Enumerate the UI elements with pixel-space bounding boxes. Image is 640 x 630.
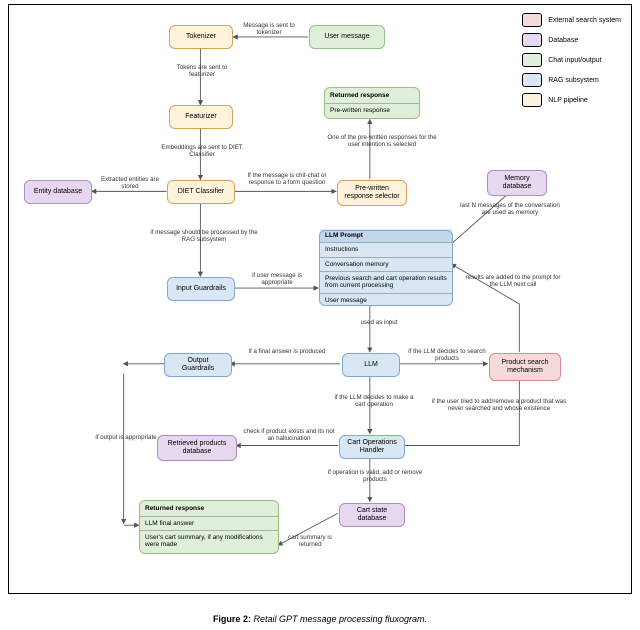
node-title: LLM Prompt — [320, 229, 452, 242]
node-diet-classifier: DIET Classifier — [167, 180, 235, 204]
edge-label: Message is sent to tokenizer — [239, 23, 299, 37]
node-llm-prompt: LLM Prompt Instructions Conversation mem… — [319, 230, 453, 306]
node-title: Returned response — [325, 89, 419, 102]
node-entity-database: Entity database — [24, 180, 92, 204]
node-retrieved-db: Retrieved products database — [157, 435, 237, 461]
node-returned-prewritten: Returned response Pre-written response — [324, 87, 420, 119]
node-tokenizer: Tokenizer — [169, 25, 233, 49]
legend-label: External search system — [548, 17, 621, 24]
node-label: LLM — [364, 361, 378, 369]
node-label: User message — [324, 33, 369, 41]
edge-label: if the LLM decides to search products — [407, 349, 487, 363]
node-label: Cart state database — [346, 507, 398, 523]
legend-swatch — [522, 73, 542, 87]
legend-label: NLP pipeline — [548, 97, 588, 104]
node-output-guardrails: Output Guardrails — [164, 353, 232, 377]
node-label: Entity database — [34, 188, 82, 196]
node-label: Product search mechanism — [496, 359, 554, 375]
node-label: Pre-written response selector — [344, 185, 400, 201]
legend-item: RAG subsystem — [522, 73, 621, 87]
edge-label: if the user tried to add/remove a produc… — [429, 399, 569, 413]
node-row: Instructions — [320, 242, 452, 256]
node-cart-ops-handler: Cart Operations Handler — [339, 435, 405, 459]
edge-label: Tokens are sent to featurizer — [169, 65, 235, 79]
node-label: DIET Classifier — [178, 188, 225, 196]
edge-label: One of the pre-written responses for the… — [327, 135, 437, 149]
node-row: Conversation memory — [320, 257, 452, 271]
caption-text: Retail GPT message processing fluxogram. — [253, 614, 427, 624]
node-sublabel: Pre-written response — [325, 103, 419, 117]
node-cart-state-db: Cart state database — [339, 503, 405, 527]
edge-label: if a final answer is produced — [241, 349, 333, 356]
legend-swatch — [522, 53, 542, 67]
legend-label: Chat input/output — [548, 57, 601, 64]
node-title: Returned response — [140, 502, 278, 515]
legend-swatch — [522, 93, 542, 107]
caption-label: Figure 2: — [213, 614, 251, 624]
legend-label: Database — [548, 37, 578, 44]
edge-label: check if product exists and its not an h… — [241, 429, 337, 443]
node-user-message: User message — [309, 25, 385, 49]
node-featurizer: Featurizer — [169, 105, 233, 129]
node-label: Retrieved products database — [164, 440, 230, 456]
legend-swatch — [522, 13, 542, 27]
edge-label: if output is appropriate — [91, 435, 161, 442]
legend-swatch — [522, 33, 542, 47]
node-label: Cart Operations Handler — [346, 439, 398, 455]
legend-item: Database — [522, 33, 621, 47]
edge-label: if the LLM decides to make a cart operat… — [329, 395, 419, 409]
node-label: Memory database — [494, 175, 540, 191]
edge-label: last N messages of the conversation are … — [455, 203, 565, 217]
node-returned-final: Returned response LLM final answer User'… — [139, 500, 279, 554]
edge-label: if message should be processed by the RA… — [149, 230, 259, 244]
edge-label: if user message is appropriate — [241, 273, 313, 287]
edge-label: cart summary is returned — [285, 535, 335, 549]
node-memory-database: Memory database — [487, 170, 547, 196]
node-llm: LLM — [342, 353, 400, 377]
node-row: LLM final answer — [140, 516, 278, 530]
node-product-search: Product search mechanism — [489, 353, 561, 381]
figure-caption: Figure 2: Retail GPT message processing … — [0, 614, 640, 624]
edge-label: Embeddings are sent to DIET Classifier — [157, 145, 247, 159]
node-label: Featurizer — [185, 113, 217, 121]
legend-label: RAG subsystem — [548, 77, 599, 84]
edge-label: Extracted entities are stored — [97, 177, 163, 191]
edge-label: used as input — [349, 320, 409, 327]
edge-label: If the message is chit-chat or response … — [241, 173, 333, 187]
node-row: User's cart summary, if any modification… — [140, 530, 278, 552]
legend-item: Chat input/output — [522, 53, 621, 67]
node-row: Previous search and cart operation resul… — [320, 271, 452, 293]
legend-item: NLP pipeline — [522, 93, 621, 107]
legend: External search system Database Chat inp… — [522, 13, 621, 107]
node-label: Output Guardrails — [171, 357, 225, 373]
node-label: Tokenizer — [186, 33, 216, 41]
node-row: User message — [320, 293, 452, 307]
edge-label: results are added to the prompt for the … — [461, 275, 565, 289]
node-prewritten-selector: Pre-written response selector — [337, 180, 407, 206]
edge-label: if operation is valid, add or remove pro… — [327, 470, 423, 484]
legend-item: External search system — [522, 13, 621, 27]
node-input-guardrails: Input Guardrails — [167, 277, 235, 301]
node-label: Input Guardrails — [176, 285, 226, 293]
